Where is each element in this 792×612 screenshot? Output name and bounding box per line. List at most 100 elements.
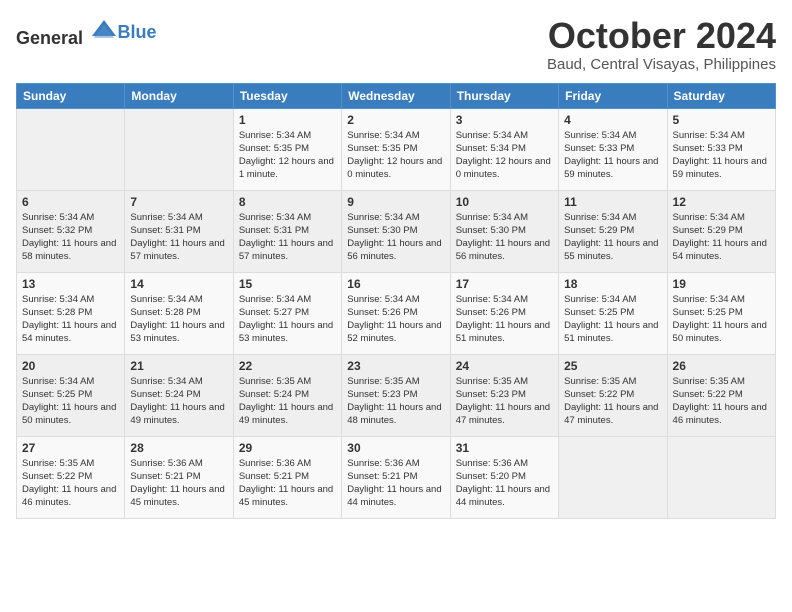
day-detail: Sunrise: 5:34 AMSunset: 5:31 PMDaylight:… <box>130 211 227 264</box>
day-detail: Sunrise: 5:36 AMSunset: 5:21 PMDaylight:… <box>130 457 227 510</box>
day-detail: Sunrise: 5:34 AMSunset: 5:29 PMDaylight:… <box>564 211 661 264</box>
calendar-cell: 26 Sunrise: 5:35 AMSunset: 5:22 PMDayligh… <box>667 354 775 436</box>
calendar-cell: 17 Sunrise: 5:34 AMSunset: 5:26 PMDayligh… <box>450 272 558 354</box>
logo: General Blue <box>16 16 157 49</box>
calendar-cell: 11 Sunrise: 5:34 AMSunset: 5:29 PMDayligh… <box>559 190 667 272</box>
logo-general: General <box>16 28 83 48</box>
day-detail: Sunrise: 5:34 AMSunset: 5:33 PMDaylight:… <box>564 129 661 182</box>
calendar-cell: 1 Sunrise: 5:34 AMSunset: 5:35 PMDaylight… <box>233 108 341 190</box>
day-detail: Sunrise: 5:34 AMSunset: 5:33 PMDaylight:… <box>673 129 770 182</box>
day-detail: Sunrise: 5:34 AMSunset: 5:32 PMDaylight:… <box>22 211 119 264</box>
calendar-cell: 16Sunrise: 5:34 AMSunset: 5:26 PMDayligh… <box>342 272 450 354</box>
weekday-header-thursday: Thursday <box>450 83 558 108</box>
day-detail: Sunrise: 5:36 AMSunset: 5:21 PMDaylight:… <box>239 457 336 510</box>
day-number: 14 <box>130 277 227 291</box>
day-detail: Sunrise: 5:35 AMSunset: 5:23 PMDaylight:… <box>347 375 444 428</box>
day-detail: Sunrise: 5:34 AMSunset: 5:31 PMDaylight:… <box>239 211 336 264</box>
calendar-cell: 7 Sunrise: 5:34 AMSunset: 5:31 PMDaylight… <box>125 190 233 272</box>
day-number: 9 <box>347 195 444 209</box>
weekday-header-row: SundayMondayTuesdayWednesdayThursdayFrid… <box>17 83 776 108</box>
weekday-header-monday: Monday <box>125 83 233 108</box>
calendar-cell: 24Sunrise: 5:35 AMSunset: 5:23 PMDayligh… <box>450 354 558 436</box>
day-number: 10 <box>456 195 553 209</box>
day-number: 8 <box>239 195 336 209</box>
day-detail: Sunrise: 5:35 AMSunset: 5:22 PMDaylight:… <box>22 457 119 510</box>
day-number: 22 <box>239 359 336 373</box>
day-detail: Sunrise: 5:36 AMSunset: 5:20 PMDaylight:… <box>456 457 553 510</box>
day-number: 29 <box>239 441 336 455</box>
calendar-cell: 23Sunrise: 5:35 AMSunset: 5:23 PMDayligh… <box>342 354 450 436</box>
day-detail: Sunrise: 5:35 AMSunset: 5:23 PMDaylight:… <box>456 375 553 428</box>
calendar-cell: 15 Sunrise: 5:34 AMSunset: 5:27 PMDayligh… <box>233 272 341 354</box>
day-number: 11 <box>564 195 661 209</box>
calendar-cell: 25 Sunrise: 5:35 AMSunset: 5:22 PMDayligh… <box>559 354 667 436</box>
day-detail: Sunrise: 5:35 AMSunset: 5:22 PMDaylight:… <box>564 375 661 428</box>
day-detail: Sunrise: 5:34 AMSunset: 5:30 PMDaylight:… <box>347 211 444 264</box>
week-row-4: 20 Sunrise: 5:34 AMSunset: 5:25 PMDayligh… <box>17 354 776 436</box>
weekday-header-wednesday: Wednesday <box>342 83 450 108</box>
calendar-cell: 2 Sunrise: 5:34 AMSunset: 5:35 PMDaylight… <box>342 108 450 190</box>
day-detail: Sunrise: 5:34 AMSunset: 5:25 PMDaylight:… <box>22 375 119 428</box>
day-detail: Sunrise: 5:34 AMSunset: 5:27 PMDaylight:… <box>239 293 336 346</box>
day-number: 3 <box>456 113 553 127</box>
month-title: October 2024 <box>547 16 776 56</box>
day-detail: Sunrise: 5:34 AMSunset: 5:26 PMDaylight:… <box>456 293 553 346</box>
calendar-cell: 5 Sunrise: 5:34 AMSunset: 5:33 PMDaylight… <box>667 108 775 190</box>
calendar-cell: 10Sunrise: 5:34 AMSunset: 5:30 PMDayligh… <box>450 190 558 272</box>
logo-icon <box>90 16 118 44</box>
week-row-1: 1 Sunrise: 5:34 AMSunset: 5:35 PMDaylight… <box>17 108 776 190</box>
calendar-cell: 28 Sunrise: 5:36 AMSunset: 5:21 PMDayligh… <box>125 436 233 518</box>
day-number: 16 <box>347 277 444 291</box>
calendar-cell <box>125 108 233 190</box>
calendar-cell: 9 Sunrise: 5:34 AMSunset: 5:30 PMDaylight… <box>342 190 450 272</box>
day-number: 27 <box>22 441 119 455</box>
day-number: 1 <box>239 113 336 127</box>
day-number: 5 <box>673 113 770 127</box>
day-number: 26 <box>673 359 770 373</box>
day-number: 4 <box>564 113 661 127</box>
day-number: 17 <box>456 277 553 291</box>
day-number: 31 <box>456 441 553 455</box>
day-number: 19 <box>673 277 770 291</box>
day-number: 6 <box>22 195 119 209</box>
week-row-5: 27 Sunrise: 5:35 AMSunset: 5:22 PMDayligh… <box>17 436 776 518</box>
calendar-cell: 6 Sunrise: 5:34 AMSunset: 5:32 PMDaylight… <box>17 190 125 272</box>
day-number: 21 <box>130 359 227 373</box>
day-detail: Sunrise: 5:34 AMSunset: 5:28 PMDaylight:… <box>22 293 119 346</box>
calendar-cell: 31 Sunrise: 5:36 AMSunset: 5:20 PMDayligh… <box>450 436 558 518</box>
day-detail: Sunrise: 5:35 AMSunset: 5:22 PMDaylight:… <box>673 375 770 428</box>
day-number: 15 <box>239 277 336 291</box>
day-number: 2 <box>347 113 444 127</box>
day-detail: Sunrise: 5:34 AMSunset: 5:29 PMDaylight:… <box>673 211 770 264</box>
weekday-header-sunday: Sunday <box>17 83 125 108</box>
calendar-cell: 3 Sunrise: 5:34 AMSunset: 5:34 PMDaylight… <box>450 108 558 190</box>
day-detail: Sunrise: 5:34 AMSunset: 5:34 PMDaylight:… <box>456 129 553 182</box>
calendar-cell: 12Sunrise: 5:34 AMSunset: 5:29 PMDayligh… <box>667 190 775 272</box>
day-number: 13 <box>22 277 119 291</box>
day-detail: Sunrise: 5:34 AMSunset: 5:25 PMDaylight:… <box>673 293 770 346</box>
day-detail: Sunrise: 5:34 AMSunset: 5:25 PMDaylight:… <box>564 293 661 346</box>
calendar-table: SundayMondayTuesdayWednesdayThursdayFrid… <box>16 83 776 519</box>
calendar-cell: 20 Sunrise: 5:34 AMSunset: 5:25 PMDayligh… <box>17 354 125 436</box>
day-detail: Sunrise: 5:34 AMSunset: 5:28 PMDaylight:… <box>130 293 227 346</box>
day-number: 28 <box>130 441 227 455</box>
calendar-cell: 29 Sunrise: 5:36 AMSunset: 5:21 PMDayligh… <box>233 436 341 518</box>
day-number: 20 <box>22 359 119 373</box>
calendar-cell: 13 Sunrise: 5:34 AMSunset: 5:28 PMDayligh… <box>17 272 125 354</box>
page-header: General Blue October 2024 Baud, Central … <box>16 16 776 73</box>
calendar-cell: 8 Sunrise: 5:34 AMSunset: 5:31 PMDaylight… <box>233 190 341 272</box>
weekday-header-friday: Friday <box>559 83 667 108</box>
calendar-cell: 22Sunrise: 5:35 AMSunset: 5:24 PMDayligh… <box>233 354 341 436</box>
location-title: Baud, Central Visayas, Philippines <box>547 56 776 73</box>
calendar-cell <box>667 436 775 518</box>
day-number: 18 <box>564 277 661 291</box>
day-detail: Sunrise: 5:34 AMSunset: 5:35 PMDaylight:… <box>347 129 444 182</box>
calendar-cell: 14 Sunrise: 5:34 AMSunset: 5:28 PMDayligh… <box>125 272 233 354</box>
day-number: 7 <box>130 195 227 209</box>
calendar-cell <box>559 436 667 518</box>
day-number: 25 <box>564 359 661 373</box>
day-detail: Sunrise: 5:34 AMSunset: 5:35 PMDaylight:… <box>239 129 336 182</box>
day-detail: Sunrise: 5:34 AMSunset: 5:24 PMDaylight:… <box>130 375 227 428</box>
calendar-cell: 21 Sunrise: 5:34 AMSunset: 5:24 PMDayligh… <box>125 354 233 436</box>
day-detail: Sunrise: 5:36 AMSunset: 5:21 PMDaylight:… <box>347 457 444 510</box>
